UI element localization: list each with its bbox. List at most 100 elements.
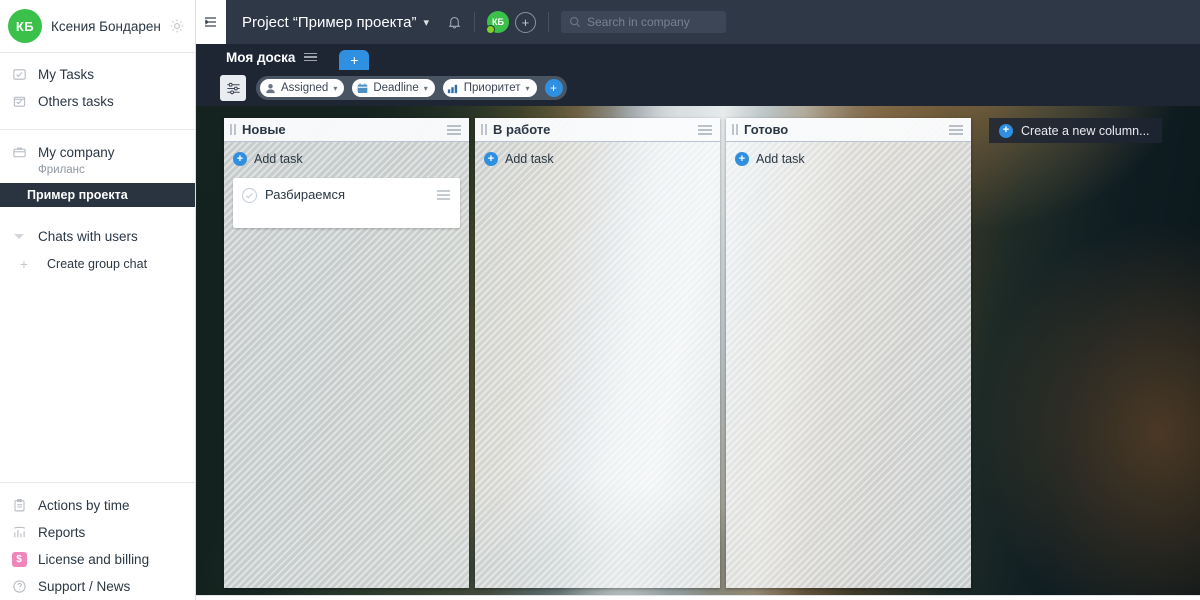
avatar: КБ [8, 9, 42, 43]
tasks-icon [11, 67, 27, 83]
add-task-button[interactable]: + Add task [233, 152, 460, 166]
header-separator [547, 12, 549, 32]
horizontal-scrollbar[interactable] [196, 595, 1200, 600]
drag-handle-icon[interactable] [732, 124, 738, 135]
main-area: Project “Пример проекта” ▾ КБ + Search i… [196, 0, 1200, 600]
task-title: Разбираемся [265, 187, 346, 202]
add-tab-button[interactable]: + [339, 50, 370, 70]
help-icon [11, 579, 27, 595]
sidebar-item-create-group-chat[interactable]: + Create group chat [0, 250, 195, 277]
chevron-down-icon: ▾ [423, 83, 428, 93]
briefcase-icon [11, 145, 27, 161]
tab-menu-icon[interactable] [304, 52, 318, 62]
sidebar-item-label: Others tasks [38, 94, 114, 109]
filter-settings-icon[interactable] [220, 75, 246, 101]
sidebar-item-label: My company [38, 145, 115, 160]
kanban-column-done: Готово + Add task [726, 118, 971, 588]
create-new-column-button[interactable]: + Create a new column... [989, 118, 1162, 143]
task-card[interactable]: Разбираемся [233, 178, 460, 228]
filter-chip-deadline[interactable]: Deadline ▾ [352, 79, 435, 97]
add-task-button[interactable]: + Add task [484, 152, 711, 166]
sidebar-item-my-tasks[interactable]: My Tasks [0, 61, 195, 88]
column-menu-icon[interactable] [447, 124, 461, 135]
sidebar-item-others-tasks[interactable]: Others tasks [0, 88, 195, 115]
task-complete-checkbox[interactable] [242, 188, 257, 203]
notification-bell-icon[interactable] [447, 14, 462, 30]
filter-chip-priority[interactable]: Приоритет ▾ [442, 79, 537, 97]
sidebar-item-label: Reports [38, 525, 86, 540]
sidebar-user-name: Ксения Бондаренко [51, 18, 160, 34]
person-icon [263, 81, 277, 95]
create-new-column-label: Create a new column... [1021, 123, 1150, 138]
column-header[interactable]: Новые [224, 118, 469, 142]
sidebar-bottom-list: Actions by time Reports $ License and bi… [0, 482, 195, 600]
kanban-column-in-progress: В работе + Add task [475, 118, 720, 588]
sidebar-item-label: License and billing [38, 552, 150, 567]
drag-handle-icon[interactable] [481, 124, 487, 135]
chevron-down-icon: ▾ [525, 83, 530, 93]
gear-icon[interactable] [169, 18, 185, 34]
column-body: + Add task [475, 142, 720, 588]
task-menu-icon[interactable] [437, 190, 450, 200]
tab-my-board[interactable]: Моя доска [210, 44, 332, 70]
add-task-label: Add task [756, 152, 805, 166]
app-root: КБ Ксения Бондаренко My Tasks [0, 0, 1200, 600]
add-task-label: Add task [254, 152, 303, 166]
project-title[interactable]: Project “Пример проекта” ▾ [242, 14, 429, 31]
column-menu-icon[interactable] [698, 124, 712, 135]
sidebar-item-my-company[interactable]: My company [0, 139, 195, 166]
drag-handle-icon[interactable] [230, 124, 236, 135]
billing-badge: $ [11, 552, 27, 567]
header-avatar[interactable]: КБ [485, 11, 509, 34]
sidebar-item-license-and-billing[interactable]: $ License and billing [0, 546, 195, 573]
collapse-sidebar-icon[interactable] [196, 0, 226, 44]
column-body: + Add task [726, 142, 971, 588]
column-body: + Add task Разбираемся [224, 142, 469, 588]
sidebar-primary-list: My Tasks Others tasks [0, 53, 195, 115]
sidebar-item-support-news[interactable]: Support / News [0, 573, 195, 600]
sidebar-divider [0, 129, 195, 130]
kanban-board: Новые + Add task Разбираемся В работе + … [196, 106, 1200, 600]
plus-icon: + [233, 152, 247, 166]
sidebar-item-label: Create group chat [47, 256, 148, 271]
add-filter-button[interactable]: + [544, 79, 563, 97]
sidebar-item-reports[interactable]: Reports [0, 519, 195, 546]
search-placeholder: Search in company [586, 15, 690, 29]
plus-icon: + [999, 123, 1013, 138]
column-header[interactable]: Готово [726, 118, 971, 142]
sidebar-user-row[interactable]: КБ Ксения Бондаренко [0, 0, 195, 52]
filter-chip-assigned[interactable]: Assigned ▾ [260, 79, 345, 97]
priority-bars-icon [446, 81, 460, 95]
plus-icon: + [735, 152, 749, 166]
add-task-button[interactable]: + Add task [735, 152, 962, 166]
tab-strip-filler [369, 44, 1200, 70]
chevron-down-icon: ▾ [333, 83, 338, 93]
sidebar-item-actions-by-time[interactable]: Actions by time [0, 492, 195, 519]
search-icon [569, 16, 581, 28]
billing-icon: $ [11, 552, 27, 568]
filter-chip-label: Приоритет [463, 82, 521, 94]
reports-chart-icon [11, 525, 27, 541]
sidebar-company-subtitle: Фриланс [38, 164, 85, 176]
plus-icon: + [19, 255, 29, 272]
filter-toolbar: Assigned ▾ Deadline ▾ Приоритет ▾ + [196, 70, 1200, 106]
column-menu-icon[interactable] [949, 124, 963, 135]
filter-chip-label: Assigned [281, 82, 329, 94]
project-title-text: Project “Пример проекта” [242, 13, 417, 31]
column-title: Новые [242, 122, 286, 137]
tab-strip: Моя доска + [196, 44, 1200, 70]
clipboard-icon [11, 498, 27, 514]
sidebar-item-label: Support / News [38, 579, 131, 594]
add-user-button[interactable]: + [514, 11, 536, 33]
tab-label: Моя доска [226, 49, 296, 65]
sidebar-chats-group: Chats with users + Create group chat [0, 223, 195, 277]
chevron-down-icon: ▾ [423, 16, 429, 29]
sidebar-item-selected-project[interactable]: Пример проекта [0, 183, 195, 207]
column-header[interactable]: В работе [475, 118, 720, 142]
sidebar-item-label: Actions by time [38, 498, 130, 513]
search-input[interactable]: Search in company [560, 11, 726, 33]
top-header-bar: Project “Пример проекта” ▾ КБ + Search i… [196, 0, 1200, 44]
sidebar-item-chats-with-users[interactable]: Chats with users [0, 223, 195, 250]
add-task-label: Add task [505, 152, 554, 166]
sidebar: КБ Ксения Бондаренко My Tasks [0, 0, 196, 600]
